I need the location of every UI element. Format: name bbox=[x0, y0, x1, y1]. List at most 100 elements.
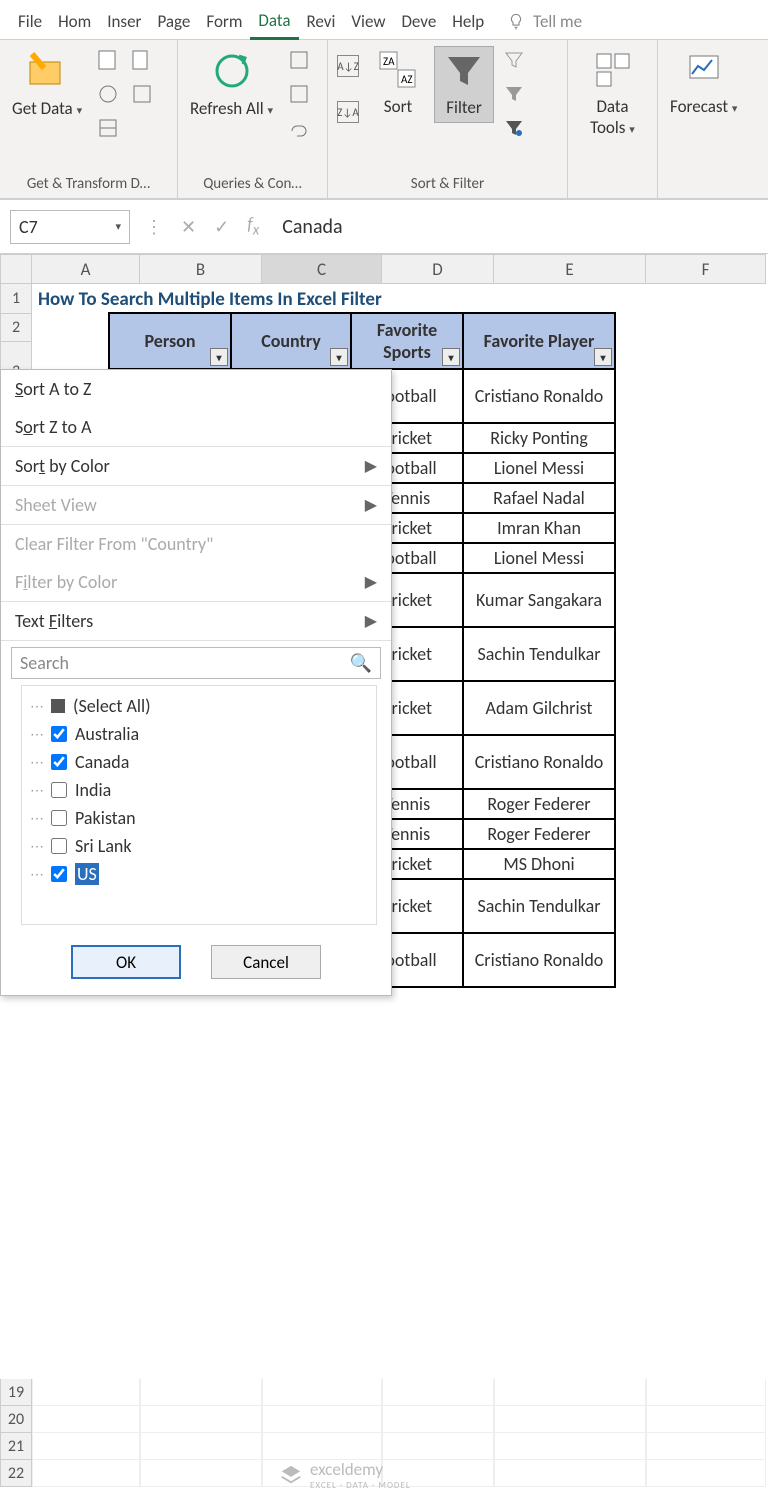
cell[interactable]: Lionel Messi bbox=[463, 453, 615, 483]
from-web-button[interactable] bbox=[94, 80, 122, 108]
edit-links-button[interactable] bbox=[285, 114, 313, 142]
cell[interactable]: Adam Gilchrist bbox=[463, 681, 615, 735]
recent-sources-button[interactable] bbox=[128, 46, 156, 74]
tab-review[interactable]: Revi bbox=[299, 5, 344, 38]
lightbulb-icon bbox=[507, 13, 525, 31]
filter-dropdown-icon[interactable]: ▾ bbox=[594, 348, 612, 366]
filter-check-item[interactable]: ⋯Australia bbox=[30, 720, 368, 748]
cell[interactable]: Roger Federer bbox=[463, 819, 615, 849]
row-header[interactable]: 22 bbox=[0, 1460, 32, 1487]
col-header-C[interactable]: C bbox=[262, 254, 382, 284]
sort-za-item[interactable]: Sort Z to A bbox=[1, 408, 391, 446]
filter-item-label: US bbox=[75, 863, 99, 885]
sort-color-item[interactable]: Sort by Color▶ bbox=[1, 447, 391, 485]
row-header[interactable]: 20 bbox=[0, 1406, 32, 1433]
th-player[interactable]: Favorite Player▾ bbox=[463, 313, 615, 369]
enter-icon[interactable]: ✓ bbox=[214, 216, 229, 238]
col-header-E[interactable]: E bbox=[494, 254, 646, 284]
checkbox[interactable] bbox=[51, 838, 67, 854]
row-header[interactable]: 2 bbox=[0, 314, 32, 342]
tab-file[interactable]: File bbox=[10, 5, 50, 38]
col-header-F[interactable]: F bbox=[646, 254, 766, 284]
cell[interactable]: MS Dhoni bbox=[463, 849, 615, 879]
checkbox[interactable] bbox=[51, 726, 67, 742]
col-header-A[interactable]: A bbox=[32, 254, 140, 284]
from-text-button[interactable] bbox=[94, 46, 122, 74]
get-data-button[interactable]: Get Data ▾ bbox=[6, 46, 88, 123]
cell[interactable]: Cristiano Ronaldo bbox=[463, 369, 615, 423]
checkbox[interactable] bbox=[51, 782, 67, 798]
filter-check-item[interactable]: ⋯Canada bbox=[30, 748, 368, 776]
th-person[interactable]: Person▾ bbox=[109, 313, 231, 369]
tab-page[interactable]: Page bbox=[149, 5, 198, 38]
filter-dropdown-icon[interactable]: ▾ bbox=[442, 348, 460, 366]
checkbox-mixed-icon bbox=[51, 699, 65, 713]
filter-check-item[interactable]: ⋯(Select All) bbox=[30, 692, 368, 720]
filter-color-item: Filter by Color▶ bbox=[1, 563, 391, 601]
fx-icon[interactable]: fx bbox=[247, 213, 259, 240]
sort-button[interactable]: ZAAZ Sort bbox=[368, 46, 428, 121]
tab-data[interactable]: Data bbox=[250, 4, 298, 40]
filter-dropdown-icon[interactable]: ▾ bbox=[210, 348, 228, 366]
filter-search-input[interactable]: Search 🔍 bbox=[11, 647, 381, 679]
cell[interactable]: Cristiano Ronaldo bbox=[463, 735, 615, 789]
from-table-button[interactable] bbox=[94, 114, 122, 142]
tab-formulas[interactable]: Form bbox=[198, 5, 250, 38]
filter-check-item[interactable]: ⋯Sri Lank bbox=[30, 832, 368, 860]
filter-icon bbox=[444, 51, 484, 91]
filter-check-item[interactable]: ⋯US bbox=[30, 860, 368, 888]
sort-za-button[interactable]: Z↓A bbox=[334, 98, 362, 126]
cell[interactable]: Roger Federer bbox=[463, 789, 615, 819]
th-sports[interactable]: Favorite Sports▾ bbox=[351, 313, 463, 369]
cell[interactable]: Rafael Nadal bbox=[463, 483, 615, 513]
cell[interactable]: Imran Khan bbox=[463, 513, 615, 543]
tab-developer[interactable]: Deve bbox=[393, 5, 444, 38]
filter-check-item[interactable]: ⋯Pakistan bbox=[30, 804, 368, 832]
row-header[interactable]: 1 bbox=[0, 284, 32, 314]
cell[interactable]: Lionel Messi bbox=[463, 543, 615, 573]
formula-input[interactable]: Canada bbox=[274, 215, 758, 239]
sort-az-item[interactable]: Sort A to Z bbox=[1, 370, 391, 408]
reapply-button[interactable] bbox=[500, 80, 528, 108]
checkbox[interactable] bbox=[51, 866, 67, 882]
name-box[interactable]: C7▾ bbox=[10, 210, 130, 244]
data-tools-button[interactable]: Data Tools ▾ bbox=[574, 46, 651, 142]
clear-filter-button[interactable] bbox=[500, 46, 528, 74]
cell[interactable]: Sachin Tendulkar bbox=[463, 627, 615, 681]
filter-checklist: ⋯(Select All)⋯Australia⋯Canada⋯India⋯Pak… bbox=[21, 685, 377, 925]
cancel-icon[interactable]: ✕ bbox=[181, 216, 196, 238]
checkbox[interactable] bbox=[51, 754, 67, 770]
tab-view[interactable]: View bbox=[343, 5, 393, 38]
tab-insert[interactable]: Inser bbox=[99, 5, 149, 38]
filter-button[interactable]: Filter bbox=[434, 46, 494, 123]
refresh-all-button[interactable]: Refresh All ▾ bbox=[184, 46, 279, 123]
sort-az-button[interactable]: A↓Z bbox=[334, 52, 362, 80]
ribbon-tabs: File Hom Inser Page Form Data Revi View … bbox=[0, 0, 768, 40]
th-country[interactable]: Country▾ bbox=[231, 313, 351, 369]
row-header[interactable]: 19 bbox=[0, 1379, 32, 1406]
clear-filter-item: Clear Filter From "Country" bbox=[1, 525, 391, 563]
cell[interactable]: Sachin Tendulkar bbox=[463, 879, 615, 933]
advanced-filter-button[interactable] bbox=[500, 114, 528, 142]
text-filters-item[interactable]: Text Filters▶ bbox=[1, 602, 391, 640]
ok-button[interactable]: OK bbox=[71, 945, 181, 979]
checkbox[interactable] bbox=[51, 810, 67, 826]
cell[interactable]: Ricky Ponting bbox=[463, 423, 615, 453]
cell[interactable]: Kumar Sangakara bbox=[463, 573, 615, 627]
filter-check-item[interactable]: ⋯India bbox=[30, 776, 368, 804]
filter-dropdown-icon[interactable]: ▾ bbox=[330, 348, 348, 366]
queries-button[interactable] bbox=[285, 46, 313, 74]
forecast-button[interactable]: Forecast ▾ bbox=[664, 46, 743, 121]
existing-conn-button[interactable] bbox=[128, 80, 156, 108]
col-header-D[interactable]: D bbox=[382, 254, 494, 284]
tab-home[interactable]: Hom bbox=[50, 5, 99, 38]
properties-button[interactable] bbox=[285, 80, 313, 108]
tell-me[interactable]: Tell me bbox=[507, 11, 582, 32]
tab-help[interactable]: Help bbox=[444, 5, 492, 38]
row-header[interactable]: 21 bbox=[0, 1433, 32, 1460]
filter-item-label: India bbox=[75, 779, 111, 801]
select-all-corner[interactable] bbox=[0, 254, 32, 284]
cell[interactable]: Cristiano Ronaldo bbox=[463, 933, 615, 987]
col-header-B[interactable]: B bbox=[140, 254, 262, 284]
cancel-button[interactable]: Cancel bbox=[211, 945, 321, 979]
